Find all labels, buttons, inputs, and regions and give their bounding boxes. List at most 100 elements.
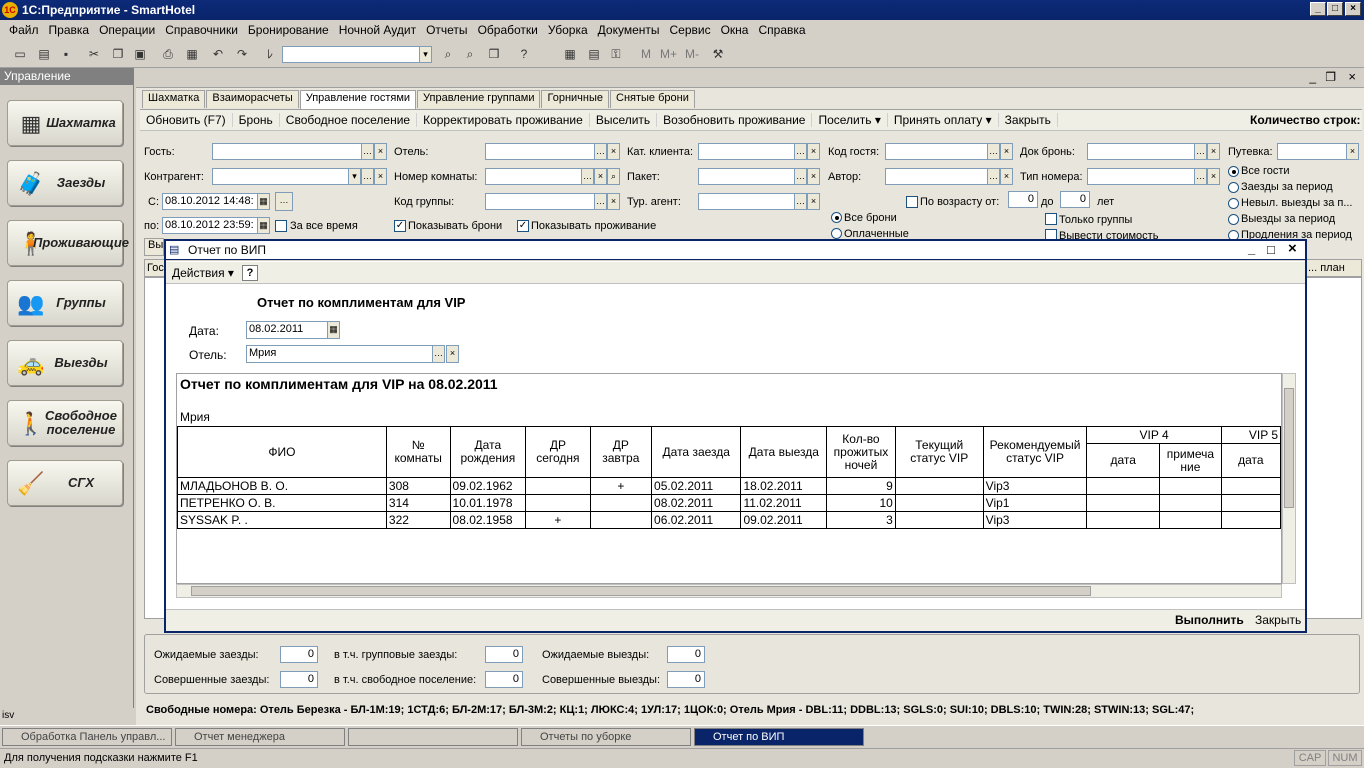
- report-area[interactable]: Отчет по комплиментам для VIP на 08.02.2…: [176, 373, 1282, 584]
- dialog-maximize-icon[interactable]: □: [1267, 242, 1275, 257]
- room-number-field[interactable]: [485, 168, 582, 185]
- menu-item-12[interactable]: Справка: [753, 23, 810, 37]
- client-category-clear-button[interactable]: ×: [807, 143, 820, 160]
- tour-agent-clear-button[interactable]: ×: [807, 193, 820, 210]
- room-clear-button[interactable]: ×: [594, 168, 607, 185]
- find-icon[interactable]: ﾚ: [262, 46, 278, 62]
- menu-item-2[interactable]: Операции: [94, 23, 160, 37]
- show-bookings-checkbox[interactable]: ✓: [394, 220, 406, 232]
- menu-item-9[interactable]: Документы: [593, 23, 665, 37]
- menu-item-5[interactable]: Ночной Аудит: [334, 23, 421, 37]
- taskbar-item-0[interactable]: Обработка Панель управл...: [2, 728, 172, 746]
- lock-icon[interactable]: ⚿: [608, 46, 624, 62]
- to-calendar-icon[interactable]: ▦: [257, 217, 270, 234]
- doc-restore-icon[interactable]: ❐: [1325, 70, 1336, 84]
- all-time-checkbox[interactable]: [275, 220, 287, 232]
- guest-select-button[interactable]: …: [361, 143, 374, 160]
- author-field[interactable]: [885, 168, 988, 185]
- nav-button-0[interactable]: ▦ Шахматка: [7, 100, 123, 146]
- tour-agent-select-button[interactable]: …: [794, 193, 807, 210]
- menu-item-3[interactable]: Справочники: [160, 23, 243, 37]
- search-dropdown-icon[interactable]: ▾: [419, 46, 432, 63]
- group-clear-button[interactable]: ×: [607, 193, 620, 210]
- grid-action-button[interactable]: Вы: [144, 238, 164, 256]
- help-button[interactable]: ?: [242, 265, 258, 281]
- open-icon[interactable]: ▤: [36, 46, 52, 62]
- guest-code-select-button[interactable]: …: [987, 143, 1000, 160]
- show-stays-checkbox[interactable]: ✓: [517, 220, 529, 232]
- cut-icon[interactable]: ✂: [86, 46, 102, 62]
- command-2[interactable]: Свободное поселение: [280, 113, 418, 127]
- preview-icon[interactable]: ▦: [184, 46, 200, 62]
- command-6[interactable]: Поселить ▾: [812, 113, 888, 127]
- execute-button[interactable]: Выполнить: [1175, 613, 1244, 627]
- period-radio-3[interactable]: [1228, 214, 1239, 225]
- search-icon[interactable]: ⌕: [440, 46, 456, 62]
- tab-1[interactable]: Взаиморасчеты: [206, 90, 299, 108]
- period-radio-2[interactable]: [1228, 198, 1239, 209]
- nav-button-2[interactable]: 🧍 Проживающие: [7, 220, 129, 266]
- tab-2[interactable]: Управление гостями: [299, 90, 417, 109]
- report-vertical-scrollbar[interactable]: [1282, 373, 1296, 584]
- tab-4[interactable]: Горничные: [541, 90, 609, 108]
- author-clear-button[interactable]: ×: [1000, 168, 1013, 185]
- menu-item-4[interactable]: Бронирование: [243, 23, 334, 37]
- dialog-close-icon[interactable]: ×: [1288, 240, 1297, 257]
- actions-menu[interactable]: Действия ▾: [172, 266, 234, 280]
- print-icon[interactable]: ⎙: [160, 46, 176, 62]
- calendar-icon[interactable]: ▤: [586, 46, 602, 62]
- report-horizontal-scrollbar[interactable]: [176, 584, 1282, 598]
- room-type-select-button[interactable]: …: [1194, 168, 1207, 185]
- contractor-field[interactable]: [212, 168, 349, 185]
- new-document-icon[interactable]: ▭: [12, 46, 28, 62]
- dialog-minimize-icon[interactable]: _: [1248, 241, 1255, 256]
- room-type-field[interactable]: [1087, 168, 1195, 185]
- hotel-dialog-clear-button[interactable]: ×: [446, 345, 459, 363]
- from-date-field[interactable]: 08.10.2012 14:48:: [162, 193, 258, 210]
- taskbar-item-1[interactable]: Отчет менеджера: [175, 728, 345, 746]
- group-select-button[interactable]: …: [594, 193, 607, 210]
- client-category-field[interactable]: [698, 143, 795, 160]
- memory-plus-icon[interactable]: M+: [660, 46, 677, 62]
- save-icon[interactable]: ▪: [58, 46, 74, 62]
- voucher-field[interactable]: [1277, 143, 1347, 160]
- menu-item-6[interactable]: Отчеты: [421, 23, 472, 37]
- all-bookings-radio[interactable]: [831, 212, 842, 223]
- help-icon[interactable]: ?: [516, 46, 532, 62]
- hotel-clear-button[interactable]: ×: [607, 143, 620, 160]
- tab-3[interactable]: Управление группами: [417, 90, 541, 108]
- age-to-field[interactable]: 0: [1060, 191, 1090, 208]
- menu-item-7[interactable]: Обработки: [473, 23, 543, 37]
- booking-doc-field[interactable]: [1087, 143, 1195, 160]
- nav-button-4[interactable]: 🚕 Выезды: [7, 340, 123, 386]
- hotel-select-button[interactable]: …: [594, 143, 607, 160]
- menu-item-8[interactable]: Уборка: [543, 23, 593, 37]
- package-select-button[interactable]: …: [794, 168, 807, 185]
- undo-icon[interactable]: ↶: [210, 46, 226, 62]
- client-category-select-button[interactable]: …: [794, 143, 807, 160]
- guest-code-clear-button[interactable]: ×: [1000, 143, 1013, 160]
- taskbar-item-2[interactable]: [348, 728, 518, 746]
- nav-button-6[interactable]: 🧹 СГХ: [7, 460, 123, 506]
- tab-5[interactable]: Снятые брони: [610, 90, 695, 108]
- close-icon[interactable]: ×: [1345, 2, 1361, 16]
- paste-icon[interactable]: ▣: [132, 46, 148, 62]
- taskbar-item-4[interactable]: Отчет по ВИП: [694, 728, 864, 746]
- period-radio-0[interactable]: [1228, 166, 1239, 177]
- find-next-icon[interactable]: ⌕: [462, 46, 478, 62]
- hotel-field[interactable]: [485, 143, 595, 160]
- tour-agent-field[interactable]: [698, 193, 795, 210]
- command-8[interactable]: Закрыть: [999, 113, 1058, 127]
- taskbar-item-3[interactable]: Отчеты по уборке: [521, 728, 691, 746]
- paid-radio[interactable]: [831, 228, 842, 239]
- from-calendar-icon[interactable]: ▦: [257, 193, 270, 210]
- group-code-field[interactable]: [485, 193, 595, 210]
- menu-item-10[interactable]: Сервис: [665, 23, 716, 37]
- period-radio-1[interactable]: [1228, 182, 1239, 193]
- contractor-dropdown-icon[interactable]: ▾: [348, 168, 361, 185]
- voucher-clear-button[interactable]: ×: [1346, 143, 1359, 160]
- tab-0[interactable]: Шахматка: [142, 90, 206, 108]
- period-select-button[interactable]: …: [275, 192, 293, 211]
- room-type-clear-button[interactable]: ×: [1207, 168, 1220, 185]
- command-4[interactable]: Выселить: [590, 113, 658, 127]
